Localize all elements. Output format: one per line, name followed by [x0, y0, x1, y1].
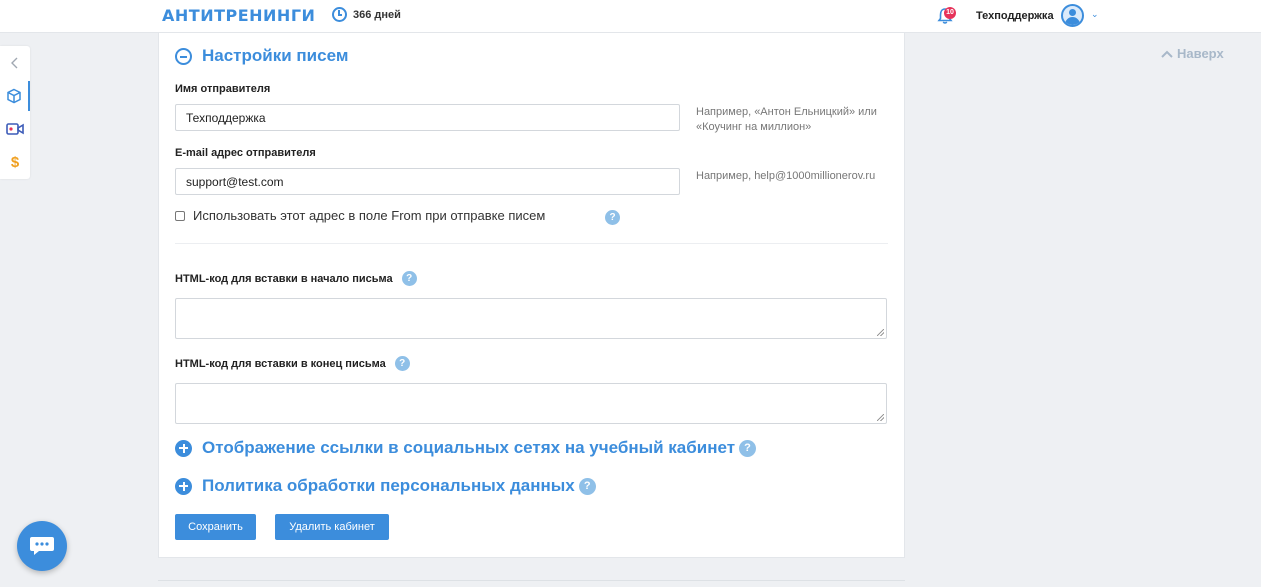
chevron-up-icon — [1161, 50, 1173, 58]
section-social-links[interactable]: Отображение ссылки в социальных сетях на… — [175, 438, 757, 458]
sender-email-hint: Например, help@1000millionerov.ru — [696, 170, 876, 182]
sidebar: $ — [0, 46, 30, 179]
sender-email-label: E-mail адрес отправителя — [175, 147, 316, 159]
use-from-row: Использовать этот адрес в поле From при … — [175, 208, 545, 223]
help-icon[interactable]: ? — [578, 477, 596, 495]
box-icon — [7, 88, 21, 104]
collapse-icon — [175, 47, 192, 65]
sender-email-input[interactable] — [175, 168, 680, 195]
logo[interactable]: АНТИТРЕНИНГИ — [162, 6, 315, 25]
help-icon[interactable]: ? — [605, 210, 620, 225]
sidebar-item-payments[interactable]: $ — [0, 147, 30, 177]
sidebar-collapse-button[interactable] — [0, 48, 30, 78]
video-icon — [6, 123, 24, 135]
top-bar: АНТИТРЕНИНГИ 366 дней 10 Техподдержка ⌄ — [0, 0, 1261, 33]
chat-button[interactable] — [17, 521, 67, 571]
back-to-top-link[interactable]: Наверх — [1161, 46, 1224, 61]
use-from-checkbox[interactable] — [175, 210, 185, 221]
divider — [175, 243, 888, 244]
help-icon[interactable]: ? — [739, 439, 757, 457]
expand-icon — [175, 477, 192, 495]
username[interactable]: Техподдержка — [976, 10, 1054, 22]
sidebar-item-webinars[interactable] — [0, 114, 30, 144]
chat-icon — [30, 537, 54, 555]
notification-badge: 10 — [944, 7, 956, 19]
html-header-label: HTML-код для вставки в начало письма ? — [175, 271, 417, 286]
expand-icon — [175, 439, 192, 457]
sidebar-item-courses[interactable] — [0, 81, 30, 111]
help-icon[interactable]: ? — [394, 356, 410, 371]
subscription-days: 366 дней — [332, 7, 401, 22]
chevron-left-icon — [11, 57, 18, 69]
days-label: 366 дней — [353, 8, 401, 21]
section-title: Настройки писем — [202, 46, 349, 65]
use-from-label[interactable]: Использовать этот адрес в поле From при … — [193, 208, 545, 223]
html-footer-label: HTML-код для вставки в конец письма ? — [175, 356, 410, 371]
section-social-links-title: Отображение ссылки в социальных сетях на… — [202, 438, 736, 457]
chevron-down-icon[interactable]: ⌄ — [1091, 9, 1099, 20]
clock-icon — [332, 7, 347, 22]
sender-name-label: Имя отправителя — [175, 83, 271, 95]
avatar[interactable] — [1061, 4, 1084, 27]
resize-handle-icon[interactable] — [877, 329, 884, 336]
section-privacy-policy[interactable]: Политика обработки персональных данных ? — [175, 476, 596, 496]
section-email-settings[interactable]: Настройки писем — [175, 46, 348, 66]
help-icon[interactable]: ? — [401, 271, 417, 286]
html-footer-textarea[interactable] — [175, 383, 887, 424]
back-to-top-label: Наверх — [1177, 46, 1224, 61]
email-settings-card: Настройки писем Имя отправителя Например… — [158, 33, 905, 558]
divider — [158, 580, 905, 581]
sender-name-input[interactable] — [175, 104, 680, 131]
dollar-icon: $ — [10, 153, 20, 171]
html-header-textarea[interactable] — [175, 298, 887, 339]
sender-name-hint: Например, «Антон Ельницкий» или «Коучинг… — [696, 106, 877, 133]
delete-cabinet-button[interactable]: Удалить кабинет — [275, 514, 389, 540]
save-button[interactable]: Сохранить — [175, 514, 256, 540]
resize-handle-icon[interactable] — [877, 414, 884, 421]
section-privacy-policy-title: Политика обработки персональных данных — [202, 476, 575, 495]
